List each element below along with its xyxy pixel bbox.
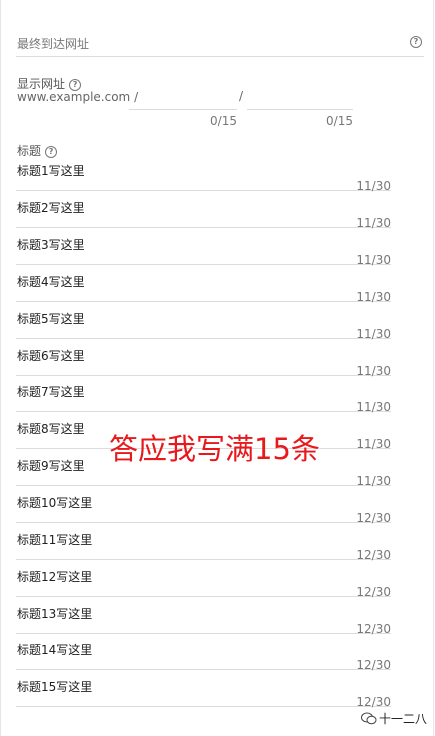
headline-input-15[interactable]: 标题15写这里 12/30 [16,670,391,709]
headline-text: 标题8写这里 [17,422,85,436]
headline-input-11[interactable]: 标题11写这里 12/30 [16,523,391,562]
path-separator: / [239,89,244,103]
headline-counter: 12/30 [356,695,391,709]
help-icon[interactable]: ? [410,36,422,48]
watermark-text: 十一二八 [379,712,428,726]
display-url-base: www.example.com / [17,90,139,104]
ad-editor-panel: 最终到达网址 ? 显示网址? www.example.com / / 0/15 … [0,0,434,736]
headline-text: 标题3写这里 [17,238,85,252]
headline-input-5[interactable]: 标题5写这里 11/30 [16,302,391,341]
headline-input-6[interactable]: 标题6写这里 11/30 [16,339,391,378]
path2-input[interactable] [247,88,353,110]
headline-input-3[interactable]: 标题3写这里 11/30 [16,228,391,267]
headline-text: 标题9写这里 [17,459,85,473]
path1-counter: 0/15 [210,114,237,128]
headline-text: 标题4写这里 [17,275,85,289]
headline-text: 标题13写这里 [17,607,93,621]
final-url-field[interactable]: 最终到达网址 ? [16,24,424,57]
headline-text: 标题14写这里 [17,643,93,657]
path1-input[interactable] [129,88,237,110]
headline-input-4[interactable]: 标题4写这里 11/30 [16,265,391,304]
wechat-icon [361,712,377,725]
headline-text: 标题7写这里 [17,385,85,399]
headline-text: 标题15写这里 [17,680,93,694]
headline-text: 标题10写这里 [17,496,93,510]
headline-text: 标题12写这里 [17,570,93,584]
headline-input-1[interactable]: 标题1写这里 11/30 [16,154,391,193]
headline-input-12[interactable]: 标题12写这里 12/30 [16,560,391,599]
headline-input-10[interactable]: 标题10写这里 12/30 [16,486,391,525]
watermark: 十一二八 [361,710,427,727]
path2-counter: 0/15 [326,114,353,128]
headline-input-2[interactable]: 标题2写这里 11/30 [16,191,391,230]
final-url-label: 最终到达网址 [17,37,90,51]
headline-text: 标题6写这里 [17,349,85,363]
headline-text: 标题2写这里 [17,201,85,215]
headline-input-14[interactable]: 标题14写这里 12/30 [16,633,391,672]
headline-text: 标题5写这里 [17,312,85,326]
headline-text: 标题1写这里 [17,164,85,178]
display-url-label: 显示网址 [17,77,66,91]
headline-text: 标题11写这里 [17,533,93,547]
headline-input-13[interactable]: 标题13写这里 12/30 [16,597,391,636]
overlay-annotation: 答应我写满15条 [109,432,320,466]
headline-input-7[interactable]: 标题7写这里 11/30 [16,375,391,414]
